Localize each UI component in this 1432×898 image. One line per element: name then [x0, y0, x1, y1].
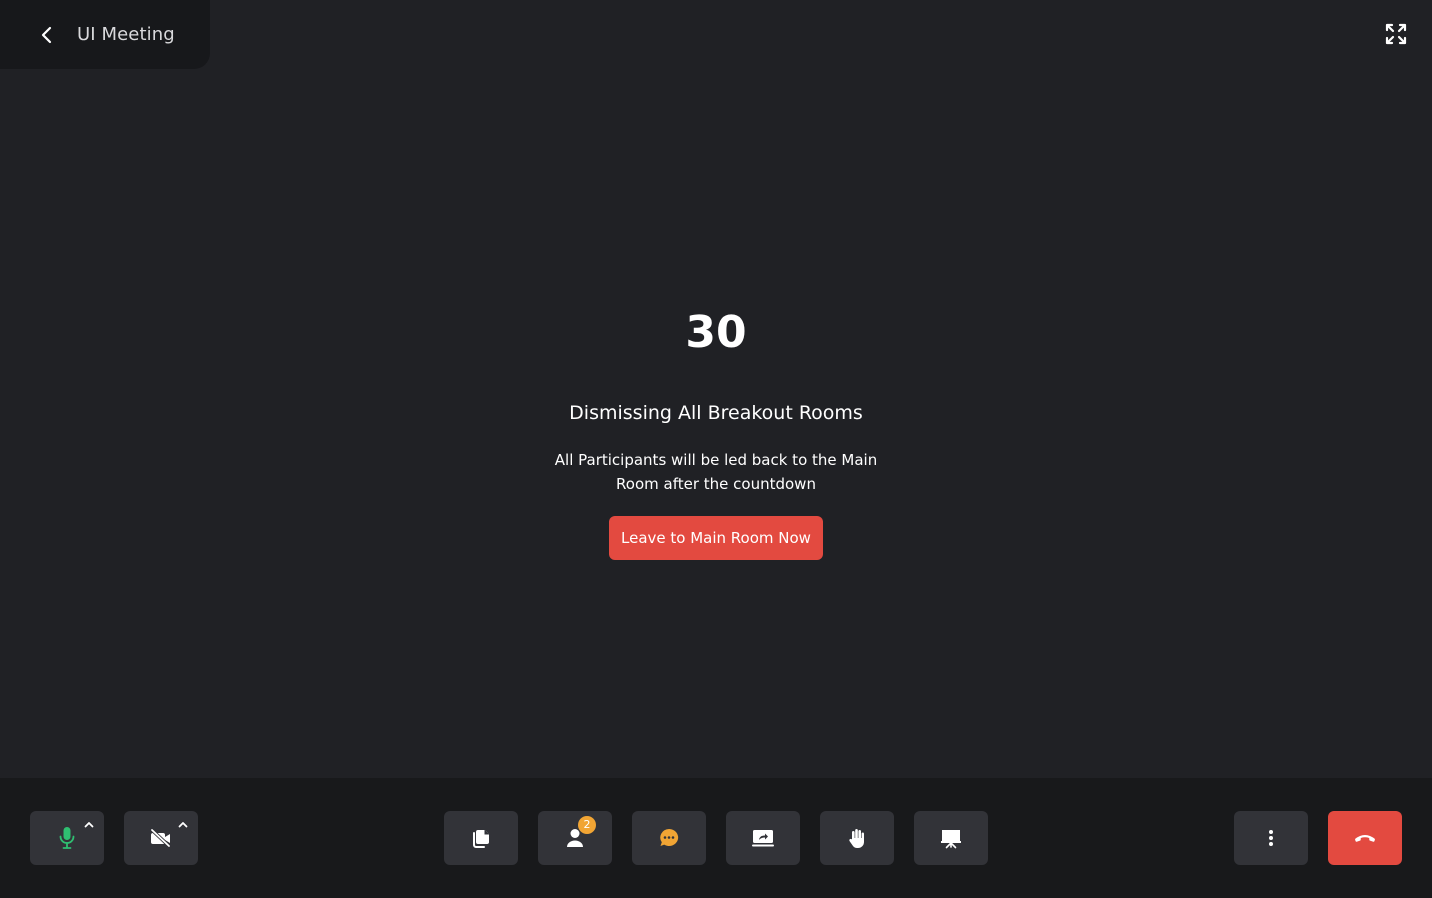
chat-icon [658, 827, 680, 849]
fullscreen-icon [1385, 23, 1407, 45]
fullscreen-button[interactable] [1384, 22, 1408, 46]
meeting-title-bar: UI Meeting [0, 0, 210, 69]
raise-hand-button[interactable] [820, 811, 894, 865]
microphone-icon [59, 826, 75, 850]
end-call-button[interactable] [1328, 811, 1402, 865]
chevron-left-icon [39, 26, 55, 44]
more-vertical-icon [1268, 829, 1274, 847]
camera-button[interactable] [124, 811, 198, 865]
dismiss-description: All Participants will be led back to the… [554, 451, 878, 493]
end-call-icon [1353, 832, 1377, 844]
breakout-dismiss-panel: 30 Dismissing All Breakout Rooms All Par… [0, 300, 1432, 560]
microphone-button[interactable] [30, 811, 104, 865]
chat-button[interactable] [632, 811, 706, 865]
whiteboard-button[interactable] [914, 811, 988, 865]
microphone-options-caret-icon[interactable] [83, 819, 95, 829]
meeting-title: UI Meeting [77, 24, 175, 45]
camera-off-icon [149, 828, 173, 848]
participants-button[interactable]: 2 [538, 811, 612, 865]
dismiss-heading: Dismissing All Breakout Rooms [569, 402, 863, 424]
participants-count-badge: 2 [578, 816, 596, 834]
raise-hand-icon [847, 827, 867, 849]
breakout-rooms-button[interactable] [444, 811, 518, 865]
back-button[interactable] [32, 20, 62, 50]
share-screen-button[interactable] [726, 811, 800, 865]
camera-options-caret-icon[interactable] [177, 819, 189, 829]
meeting-toolbar: 2 [0, 778, 1432, 898]
copy-pages-icon [470, 827, 492, 849]
leave-to-main-room-button[interactable]: Leave to Main Room Now [609, 516, 823, 560]
more-options-button[interactable] [1234, 811, 1308, 865]
countdown-timer: 30 [685, 307, 747, 358]
meeting-stage: UI Meeting 30 Dismissing All Breakout Ro… [0, 0, 1432, 778]
share-screen-icon [751, 828, 775, 848]
whiteboard-icon [940, 827, 962, 849]
